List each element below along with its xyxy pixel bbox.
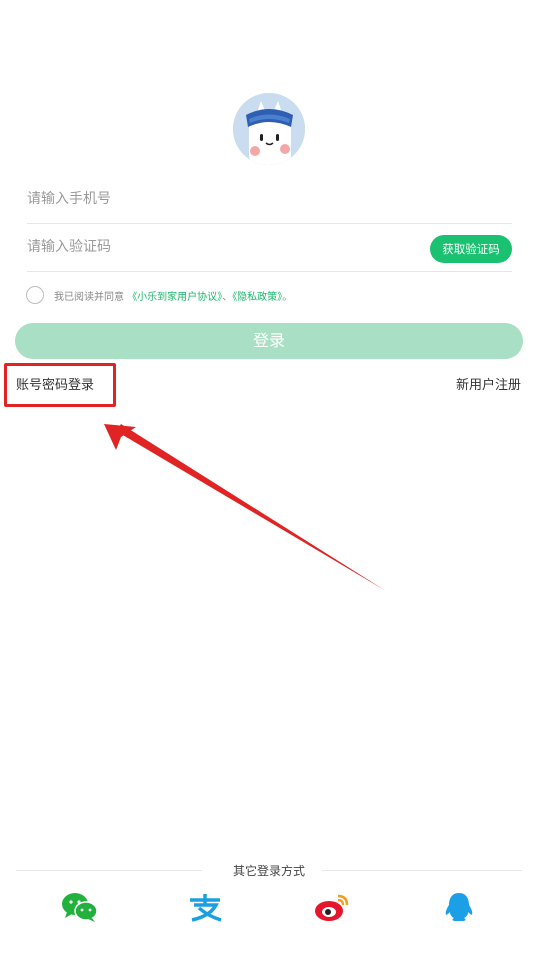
wechat-login-button[interactable] [62,892,98,922]
qq-login-button[interactable] [442,892,476,922]
phone-field-row [27,175,512,224]
login-button[interactable]: 登录 [15,323,523,359]
wechat-icon [62,893,98,922]
agreement-suffix: 。 [282,292,293,303]
divider-line-right [322,870,522,871]
weibo-icon [315,894,349,921]
alipay-icon [190,894,222,922]
alipay-login-button[interactable] [188,892,222,922]
app-avatar [233,93,305,165]
mascot-icon [233,93,305,165]
agree-checkbox[interactable] [26,286,44,304]
weibo-login-button[interactable] [314,892,349,922]
get-code-button[interactable]: 获取验证码 [430,235,512,263]
qq-icon [445,893,473,921]
privacy-policy-link[interactable]: 《隐私政策》 [232,292,282,303]
other-login-divider: 其它登录方式 [16,862,522,880]
code-field-row: 获取验证码 [27,223,512,272]
agreement-text: 我已阅读并同意 《小乐到家用户协议》、《隐私政策》。 [54,288,292,303]
user-agreement-link[interactable]: 《小乐到家用户协议》 [127,292,222,303]
verification-code-input[interactable] [27,223,407,271]
agreement-prefix: 我已阅读并同意 [54,292,124,303]
register-link[interactable]: 新用户注册 [456,374,521,393]
agreement-separator: 、 [222,292,233,303]
annotation-highlight-box [4,363,116,407]
phone-input[interactable] [27,175,407,223]
